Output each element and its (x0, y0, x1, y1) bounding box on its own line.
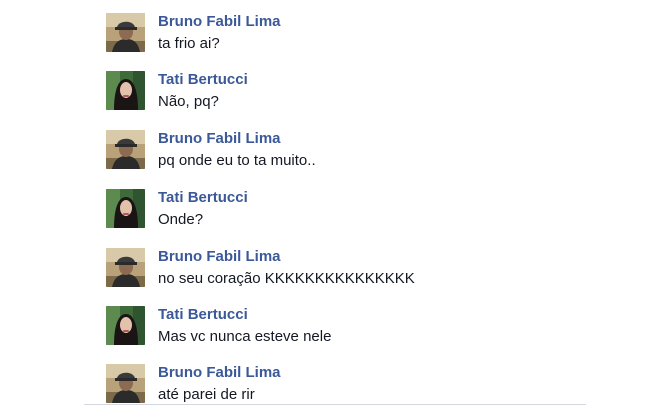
chat-message: Bruno Fabil Lima ta frio ai? (106, 13, 586, 65)
bruno-avatar-icon[interactable] (106, 13, 145, 52)
tati-avatar-icon[interactable] (106, 189, 145, 228)
chat-message: Tati Bertucci Mas vc nunca esteve nele (106, 306, 586, 358)
bruno-avatar-icon[interactable] (106, 130, 145, 169)
bruno-avatar-icon[interactable] (106, 364, 145, 403)
tati-avatar-icon[interactable] (106, 306, 145, 345)
sender-name[interactable]: Tati Bertucci (158, 189, 248, 207)
message-text: Não, pq? (158, 93, 219, 110)
chat-conversation: Bruno Fabil Lima ta frio ai? Tati Bertuc… (0, 0, 652, 408)
chat-message: Bruno Fabil Lima pq onde eu to ta muito.… (106, 130, 586, 182)
bruno-avatar-icon[interactable] (106, 248, 145, 287)
chat-message: Tati Bertucci Não, pq? (106, 71, 586, 123)
chat-message: Bruno Fabil Lima até parei de rir (106, 364, 586, 416)
sender-name[interactable]: Tati Bertucci (158, 306, 248, 324)
chat-message: Tati Bertucci Onde? (106, 189, 586, 241)
divider (84, 404, 586, 405)
message-text: pq onde eu to ta muito.. (158, 152, 316, 169)
sender-name[interactable]: Bruno Fabil Lima (158, 130, 281, 148)
tati-avatar-icon[interactable] (106, 71, 145, 110)
message-text: no seu coração KKKKKKKKKKKKKKK (158, 270, 415, 287)
sender-name[interactable]: Bruno Fabil Lima (158, 13, 281, 31)
sender-name[interactable]: Tati Bertucci (158, 71, 248, 89)
message-text: Mas vc nunca esteve nele (158, 328, 332, 345)
sender-name[interactable]: Bruno Fabil Lima (158, 248, 281, 266)
message-text: até parei de rir (158, 386, 255, 403)
message-text: Onde? (158, 211, 204, 228)
message-text: ta frio ai? (158, 35, 220, 52)
sender-name[interactable]: Bruno Fabil Lima (158, 364, 281, 382)
chat-message: Bruno Fabil Lima no seu coração KKKKKKKK… (106, 248, 586, 300)
